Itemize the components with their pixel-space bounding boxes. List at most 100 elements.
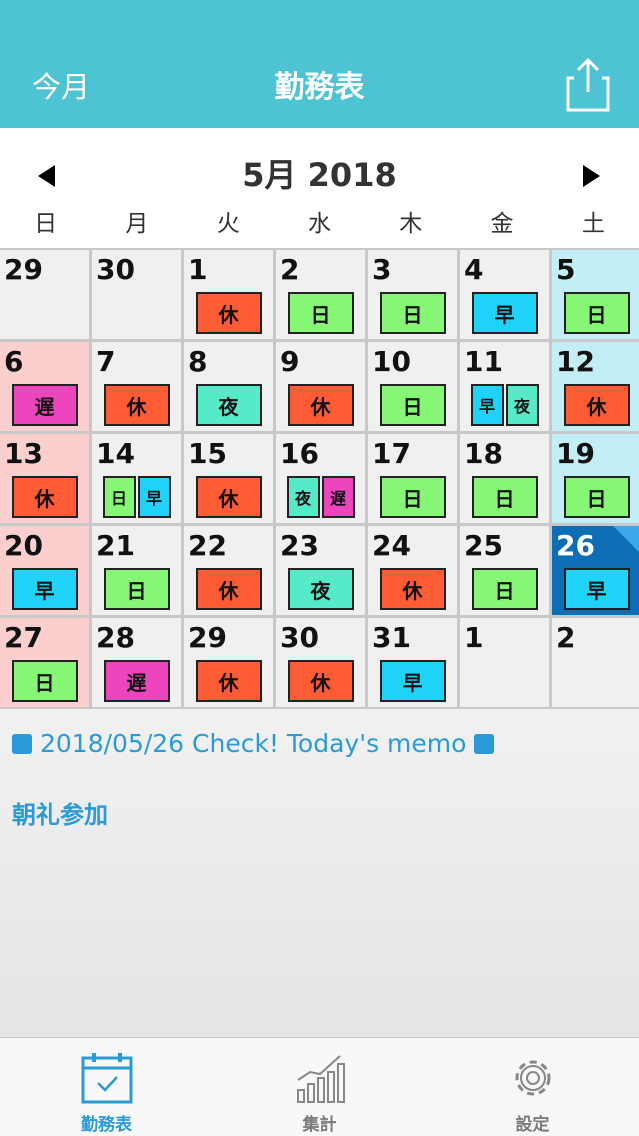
day-number: 6 [4, 345, 24, 378]
shift-list: 日 [552, 476, 639, 518]
day-cell[interactable]: 30 [92, 250, 181, 339]
day-cell[interactable]: 18 日 [460, 434, 549, 523]
day-number: 10 [372, 345, 411, 378]
day-cell[interactable]: 16 夜遅 [276, 434, 365, 523]
weekday-label: 木 [399, 211, 423, 237]
day-cell[interactable]: 2 [552, 618, 639, 707]
day-number: 23 [280, 529, 319, 562]
shift-list: 日 [368, 384, 457, 426]
weekday-label: 水 [307, 211, 331, 237]
day-cell[interactable]: 6遅 [0, 342, 89, 431]
day-cell[interactable]: 5日 [552, 250, 639, 339]
day-cell[interactable]: 23 夜 [276, 526, 365, 615]
day-cell[interactable]: 30 休 [276, 618, 365, 707]
day-number: 5 [556, 253, 576, 286]
day-cell[interactable]: 12 休 [552, 342, 639, 431]
day-cell[interactable]: 28 遅 [92, 618, 181, 707]
day-number: 3 [372, 253, 392, 286]
shift-badge: 早 [563, 568, 630, 610]
weekday-header: 日 月 火 水 木 金 土 [0, 208, 639, 248]
tab-summary[interactable]: 集計 [213, 1038, 426, 1136]
next-month-button[interactable] [583, 165, 600, 187]
share-icon [566, 57, 610, 112]
day-cell[interactable]: 29 [0, 250, 89, 339]
day-cell[interactable]: 11 早夜 [460, 342, 549, 431]
day-number: 1 [464, 621, 484, 654]
day-cell[interactable]: 22 休 [184, 526, 273, 615]
shift-badge: 日 [563, 476, 630, 518]
shift-list: 休 [92, 384, 181, 426]
shift-badge: 日 [103, 568, 170, 610]
shift-badge: 休 [195, 292, 262, 334]
square-bullet-icon [12, 733, 32, 754]
share-button[interactable] [566, 56, 610, 112]
shift-badge: 休 [195, 476, 262, 518]
day-cell[interactable]: 26 早 [552, 526, 639, 615]
shift-badge: 日 [11, 660, 78, 702]
shift-badge: 遅 [11, 384, 78, 426]
day-number: 8 [188, 345, 208, 378]
shift-badge: 休 [379, 568, 446, 610]
weekday-label: 金 [490, 211, 514, 237]
day-number: 28 [96, 621, 135, 654]
day-cell[interactable]: 1 [460, 618, 549, 707]
tab-schedule[interactable]: 勤務表 [0, 1038, 213, 1136]
shift-list: 休 [184, 660, 273, 702]
memo-header: 2018/05/26 Check! Today's memo [12, 729, 495, 758]
month-label: 5月 2018 [242, 156, 397, 194]
shift-badge: 早 [470, 384, 504, 426]
day-cell[interactable]: 9休 [276, 342, 365, 431]
tab-settings[interactable]: 設定 [426, 1038, 639, 1136]
day-cell[interactable]: 10 日 [368, 342, 457, 431]
shift-list: 日 [368, 292, 457, 334]
shift-list: 休 [0, 476, 89, 518]
shift-list: 日 [460, 476, 549, 518]
day-cell[interactable]: 27 日 [0, 618, 89, 707]
day-number: 29 [188, 621, 227, 654]
day-number: 7 [96, 345, 116, 378]
shift-list: 夜遅 [276, 476, 365, 518]
memo-panel[interactable]: 2018/05/26 Check! Today's memo 朝礼参加 [0, 709, 639, 1037]
day-cell[interactable]: 3日 [368, 250, 457, 339]
day-number: 25 [464, 529, 503, 562]
day-number: 24 [372, 529, 411, 562]
day-cell[interactable]: 4早 [460, 250, 549, 339]
day-number: 9 [280, 345, 300, 378]
day-cell[interactable]: 25 日 [460, 526, 549, 615]
shift-list: 日 [276, 292, 365, 334]
shift-list: 日 [460, 568, 549, 610]
day-number: 15 [188, 437, 227, 470]
day-cell[interactable]: 15 休 [184, 434, 273, 523]
shift-badge: 早 [379, 660, 446, 702]
day-cell[interactable]: 24 休 [368, 526, 457, 615]
day-cell[interactable]: 8夜 [184, 342, 273, 431]
day-cell[interactable]: 17 日 [368, 434, 457, 523]
memo-header-text: 2018/05/26 Check! Today's memo [40, 729, 467, 758]
day-cell[interactable]: 14 日早 [92, 434, 181, 523]
day-cell[interactable]: 29 休 [184, 618, 273, 707]
day-cell[interactable]: 31 早 [368, 618, 457, 707]
shift-badge: 早 [471, 292, 538, 334]
day-cell[interactable]: 13 休 [0, 434, 89, 523]
shift-badge: 夜 [505, 384, 539, 426]
weekday-label: 日 [34, 211, 58, 237]
shift-badge: 日 [379, 384, 446, 426]
day-cell[interactable]: 2日 [276, 250, 365, 339]
shift-list: 日 [552, 292, 639, 334]
shift-list: 遅 [92, 660, 181, 702]
day-cell[interactable]: 7休 [92, 342, 181, 431]
day-number: 13 [4, 437, 43, 470]
day-cell[interactable]: 20 早 [0, 526, 89, 615]
month-header: 5月 2018 [0, 128, 639, 208]
shift-badge: 休 [11, 476, 78, 518]
shift-badge: 日 [102, 476, 136, 518]
shift-list: 休 [276, 384, 365, 426]
day-cell[interactable]: 19 日 [552, 434, 639, 523]
shift-list: 休 [368, 568, 457, 610]
day-number: 17 [372, 437, 411, 470]
shift-list: 日 [368, 476, 457, 518]
day-cell[interactable]: 21 日 [92, 526, 181, 615]
shift-badge: 遅 [321, 476, 355, 518]
day-cell[interactable]: 1休 [184, 250, 273, 339]
day-number: 22 [188, 529, 227, 562]
